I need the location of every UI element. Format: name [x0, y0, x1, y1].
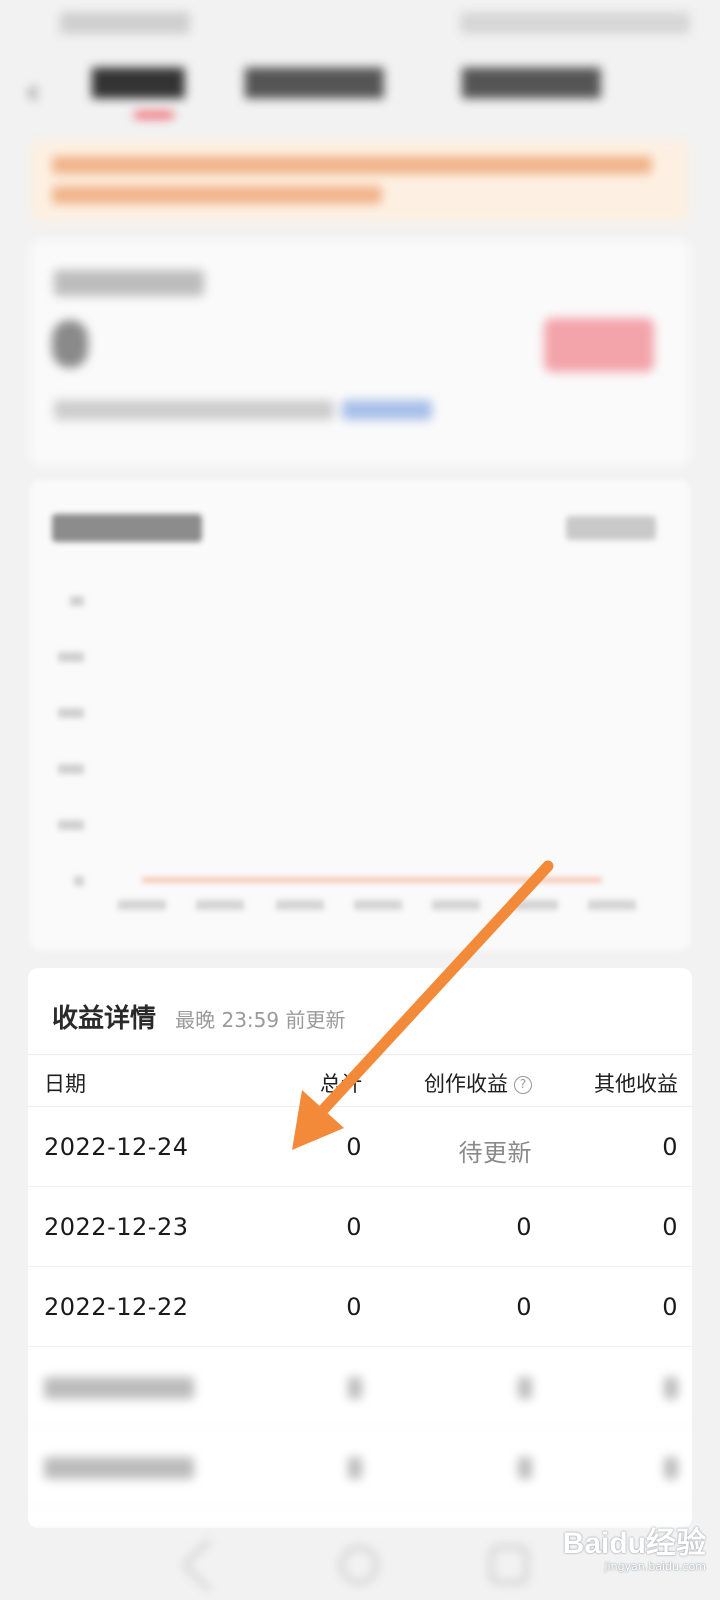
table-row[interactable]	[28, 1427, 692, 1507]
square-recent-icon[interactable]	[490, 1546, 528, 1584]
watermark-logo: Baidu经验	[562, 1527, 706, 1560]
chart-title	[52, 514, 202, 542]
status-bar	[0, 0, 720, 50]
status-bar-right	[460, 12, 690, 34]
y-tick	[74, 876, 84, 886]
x-tick	[196, 900, 244, 910]
column-header-total: 总计	[320, 1072, 362, 1096]
circle-home-icon[interactable]	[340, 1546, 378, 1584]
y-tick	[70, 596, 84, 606]
withdraw-button[interactable]	[544, 318, 654, 372]
cell-total: 0	[346, 1133, 362, 1161]
details-update-note: 最晚 23:59 前更新	[175, 1008, 346, 1032]
cell-total: 0	[346, 1293, 362, 1321]
divider	[28, 1054, 692, 1055]
tab-creation-income[interactable]: ▇▇▇▇▇▇	[245, 64, 383, 99]
question-circle-icon[interactable]: ?	[514, 1076, 532, 1094]
balance-title	[54, 270, 204, 296]
cell-date	[44, 1457, 194, 1479]
tab-video-income[interactable]: ▇▇▇▇▇▇	[462, 64, 600, 99]
tab-active-indicator	[134, 112, 174, 118]
balance-link[interactable]	[342, 400, 432, 420]
cell-date: 2022-12-22	[44, 1293, 189, 1321]
cell-total	[348, 1457, 362, 1479]
balance-note	[54, 400, 334, 420]
daily-income-chart	[58, 596, 636, 910]
cell-date	[44, 1377, 194, 1399]
baidu-watermark: Baidu经验 jingyan.baidu.com	[563, 1518, 706, 1573]
y-tick	[58, 764, 84, 774]
table-row[interactable]: 2022-12-24 0 待更新 0	[28, 1107, 692, 1187]
y-tick-marks	[58, 596, 84, 886]
balance-value	[52, 320, 88, 368]
table-row[interactable]	[28, 1347, 692, 1427]
x-tick	[432, 900, 480, 910]
income-details-card: 收益详情 最晚 23:59 前更新 日期 总计 创作收益? 其他收益 2022-…	[28, 968, 692, 1528]
notice-text-line	[52, 186, 382, 204]
notice-text-line	[52, 156, 652, 174]
notice-banner	[30, 140, 690, 222]
cell-other-income: 0	[662, 1213, 678, 1241]
cell-creation-income: 0	[516, 1293, 532, 1321]
cell-creation-income	[518, 1377, 532, 1399]
y-tick	[58, 708, 84, 718]
details-title: 收益详情	[52, 1004, 157, 1034]
x-tick	[354, 900, 402, 910]
cell-other-income: 0	[662, 1293, 678, 1321]
status-bar-left	[60, 12, 190, 34]
cell-total	[348, 1377, 362, 1399]
cell-date: 2022-12-23	[44, 1213, 189, 1241]
column-header-other-income: 其他收益	[594, 1072, 678, 1096]
cell-total: 0	[346, 1213, 362, 1241]
details-header: 收益详情 最晚 23:59 前更新	[52, 998, 345, 1035]
triangle-back-icon[interactable]	[182, 1538, 236, 1592]
table-row[interactable]: 2022-12-23 0 0 0	[28, 1187, 692, 1267]
cell-other-income	[664, 1377, 678, 1399]
cell-other-income	[664, 1457, 678, 1479]
chart-range-filter[interactable]	[566, 516, 656, 540]
cell-date: 2022-12-24	[44, 1133, 189, 1161]
column-header-creation-income: 创作收益?	[424, 1068, 532, 1098]
daily-income-chart-card	[30, 480, 690, 950]
cell-other-income: 0	[662, 1133, 678, 1161]
x-tick	[510, 900, 558, 910]
column-header-creation-label: 创作收益	[424, 1072, 508, 1096]
cell-creation-income: 0	[516, 1213, 532, 1241]
chevron-left-icon[interactable]: ‹	[26, 72, 40, 112]
tab-income[interactable]: ▇▇▇▇	[92, 64, 184, 99]
column-header-date: 日期	[44, 1072, 86, 1096]
cell-creation-income	[518, 1457, 532, 1479]
x-tick-marks	[118, 900, 636, 910]
balance-card	[30, 240, 690, 465]
x-tick	[588, 900, 636, 910]
cell-creation-income: 待更新	[458, 1139, 532, 1167]
x-tick	[276, 900, 324, 910]
y-tick	[58, 820, 84, 830]
y-tick	[58, 652, 84, 662]
x-tick	[118, 900, 166, 910]
table-row[interactable]: 2022-12-22 0 0 0	[28, 1267, 692, 1347]
header: ‹ ▇▇▇▇ ▇▇▇▇▇▇ ▇▇▇▇▇▇	[0, 50, 720, 130]
